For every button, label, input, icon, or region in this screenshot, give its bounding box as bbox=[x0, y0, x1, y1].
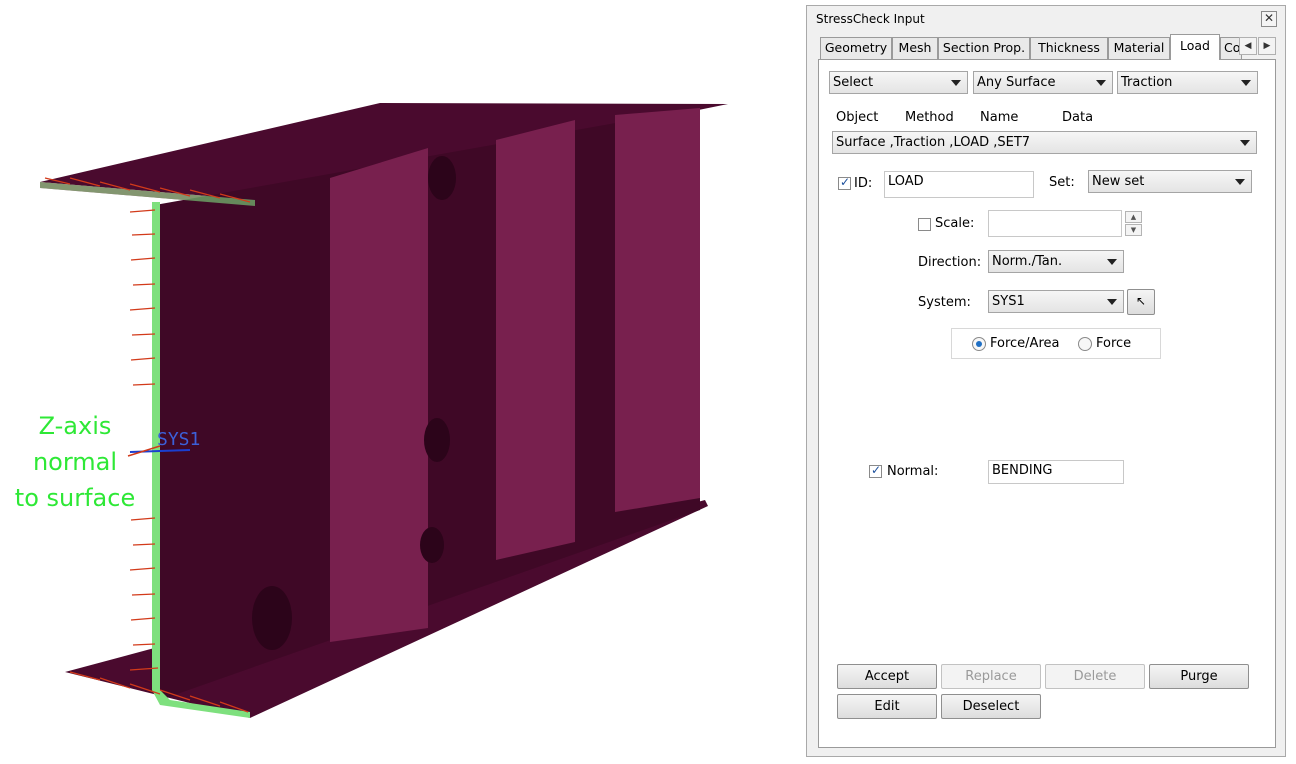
chevron-down-icon bbox=[1107, 299, 1117, 305]
chevron-down-icon bbox=[1235, 179, 1245, 185]
surface-filter-dropdown[interactable]: Any Surface bbox=[973, 71, 1113, 94]
stresscheck-input-window: StressCheck Input ✕ Geometry Mesh Sectio… bbox=[806, 5, 1286, 757]
annotation-z-axis: Z-axis normal to surface bbox=[4, 408, 146, 516]
web-hole bbox=[420, 527, 444, 563]
replace-button[interactable]: Replace bbox=[941, 664, 1041, 689]
id-field[interactable]: LOAD bbox=[884, 171, 1034, 198]
annotation-line: normal bbox=[32, 448, 118, 476]
select-mode-value: Select bbox=[833, 75, 874, 90]
chevron-down-icon bbox=[1241, 80, 1251, 86]
window-title: StressCheck Input bbox=[816, 12, 925, 26]
scale-field[interactable] bbox=[988, 210, 1122, 237]
id-checkbox[interactable]: ✓ bbox=[838, 175, 851, 190]
chevron-down-icon bbox=[1240, 140, 1250, 146]
load-record-dropdown[interactable]: Surface ,Traction ,LOAD ,SET7 bbox=[832, 131, 1257, 154]
set-label: Set: bbox=[1049, 175, 1075, 190]
direction-label: Direction: bbox=[918, 255, 982, 270]
spin-down-icon[interactable]: ▼ bbox=[1125, 224, 1142, 236]
header-object: Object bbox=[836, 110, 879, 125]
annotation-line: to surface bbox=[14, 484, 136, 512]
scale-label: Scale: bbox=[935, 216, 975, 231]
chevron-left-icon[interactable]: ◀ bbox=[1239, 37, 1257, 55]
delete-button[interactable]: Delete bbox=[1045, 664, 1145, 689]
stiffener-3 bbox=[615, 108, 700, 512]
radio-force[interactable] bbox=[1078, 337, 1092, 351]
radio-dot bbox=[976, 341, 982, 347]
system-value: SYS1 bbox=[992, 294, 1025, 309]
deselect-button[interactable]: Deselect bbox=[941, 694, 1041, 719]
system-dropdown[interactable]: SYS1 bbox=[988, 290, 1124, 313]
web-hole bbox=[428, 156, 456, 200]
chevron-down-icon bbox=[1107, 259, 1117, 265]
id-label: ID: bbox=[854, 176, 873, 191]
header-data: Data bbox=[1062, 110, 1094, 125]
stiffener-2 bbox=[496, 120, 575, 560]
spin-up-icon[interactable]: ▲ bbox=[1125, 211, 1142, 223]
set-dropdown[interactable]: New set bbox=[1088, 170, 1252, 193]
tab-material[interactable]: Material bbox=[1108, 37, 1170, 59]
ibeam-model: SYS1 bbox=[40, 103, 728, 718]
header-name: Name bbox=[980, 110, 1019, 125]
select-mode-dropdown[interactable]: Select bbox=[829, 71, 968, 94]
tab-load[interactable]: Load bbox=[1170, 34, 1220, 60]
sys1-label: SYS1 bbox=[157, 429, 200, 450]
surface-filter-value: Any Surface bbox=[977, 75, 1056, 90]
tab-bar: Geometry Mesh Section Prop. Thickness Ma… bbox=[820, 34, 1276, 60]
chevron-down-icon bbox=[951, 80, 961, 86]
tab-thickness[interactable]: Thickness bbox=[1030, 37, 1108, 59]
check-icon: ✓ bbox=[871, 463, 882, 477]
header-method: Method bbox=[905, 110, 954, 125]
tab-scroll: ◀ ▶ bbox=[1239, 37, 1279, 55]
load-type-dropdown[interactable]: Traction bbox=[1117, 71, 1258, 94]
load-panel: Select Any Surface Traction Object Metho… bbox=[818, 59, 1276, 748]
cursor-icon[interactable]: ↖ bbox=[1127, 289, 1155, 315]
check-icon: ✓ bbox=[840, 175, 851, 189]
close-icon[interactable]: ✕ bbox=[1261, 11, 1277, 27]
stiffener-1 bbox=[330, 148, 428, 642]
tab-mesh[interactable]: Mesh bbox=[892, 37, 938, 59]
normal-label: Normal: bbox=[887, 464, 939, 479]
radio-force-area[interactable] bbox=[972, 337, 986, 351]
system-label: System: bbox=[918, 295, 971, 310]
model-viewport[interactable]: SYS1 Z-axis normal to surface bbox=[0, 0, 800, 760]
normal-field[interactable]: BENDING bbox=[988, 460, 1124, 484]
direction-dropdown[interactable]: Norm./Tan. bbox=[988, 250, 1124, 273]
accept-button[interactable]: Accept bbox=[837, 664, 937, 689]
load-record-value: Surface ,Traction ,LOAD ,SET7 bbox=[836, 135, 1031, 150]
normal-checkbox[interactable]: ✓ bbox=[869, 463, 882, 478]
radio-force-area-label: Force/Area bbox=[990, 336, 1060, 351]
web-hole bbox=[424, 418, 450, 462]
annotation-line: Z-axis bbox=[38, 412, 112, 440]
direction-value: Norm./Tan. bbox=[992, 254, 1063, 269]
tab-geometry[interactable]: Geometry bbox=[820, 37, 892, 59]
chevron-right-icon[interactable]: ▶ bbox=[1258, 37, 1276, 55]
web-hole bbox=[252, 586, 292, 650]
set-value: New set bbox=[1092, 174, 1145, 189]
edit-button[interactable]: Edit bbox=[837, 694, 937, 719]
tab-section-prop[interactable]: Section Prop. bbox=[938, 37, 1030, 59]
chevron-down-icon bbox=[1096, 80, 1106, 86]
scale-checkbox[interactable] bbox=[918, 218, 931, 231]
radio-force-label: Force bbox=[1096, 336, 1132, 351]
purge-button[interactable]: Purge bbox=[1149, 664, 1249, 689]
force-mode-group: Force/Area Force bbox=[951, 328, 1161, 359]
load-type-value: Traction bbox=[1121, 75, 1173, 90]
